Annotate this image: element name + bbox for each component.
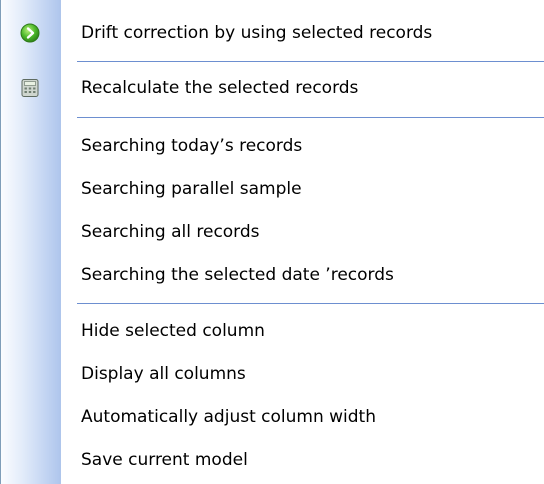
green-arrow-icon <box>20 23 40 43</box>
menu-item-label: Display all columns <box>81 364 246 384</box>
menu-separator <box>77 117 544 118</box>
menu-item-search-selected-date[interactable]: Searching the selected date ’records <box>1 258 544 292</box>
menu-item-label: Searching the selected date ’records <box>81 265 394 285</box>
menu-separator <box>77 61 544 62</box>
menu-item-hide-column[interactable]: Hide selected column <box>1 314 544 348</box>
menu-item-save-model[interactable]: Save current model <box>1 443 544 477</box>
context-menu: Drift correction by using selected recor… <box>0 0 544 484</box>
menu-item-search-parallel[interactable]: Searching parallel sample <box>1 172 544 206</box>
menu-item-label: Searching parallel sample <box>81 179 302 199</box>
menu-item-search-today[interactable]: Searching today’s records <box>1 129 544 163</box>
menu-item-label: Drift correction by using selected recor… <box>81 23 433 43</box>
menu-item-search-all[interactable]: Searching all records <box>1 215 544 249</box>
menu-separator <box>77 303 544 304</box>
menu-item-label: Automatically adjust column width <box>81 407 376 427</box>
menu-item-label: Save current model <box>81 450 248 470</box>
menu-item-label: Searching today’s records <box>81 136 303 156</box>
menu-item-label: Searching all records <box>81 222 260 242</box>
menu-item-drift-correction[interactable]: Drift correction by using selected recor… <box>1 16 544 50</box>
menu-item-display-columns[interactable]: Display all columns <box>1 357 544 391</box>
menu-item-label: Recalculate the selected records <box>81 78 359 98</box>
menu-item-auto-adjust-width[interactable]: Automatically adjust column width <box>1 400 544 434</box>
calculator-icon <box>20 78 40 98</box>
menu-item-label: Hide selected column <box>81 321 265 341</box>
menu-item-recalculate[interactable]: Recalculate the selected records <box>1 71 544 105</box>
